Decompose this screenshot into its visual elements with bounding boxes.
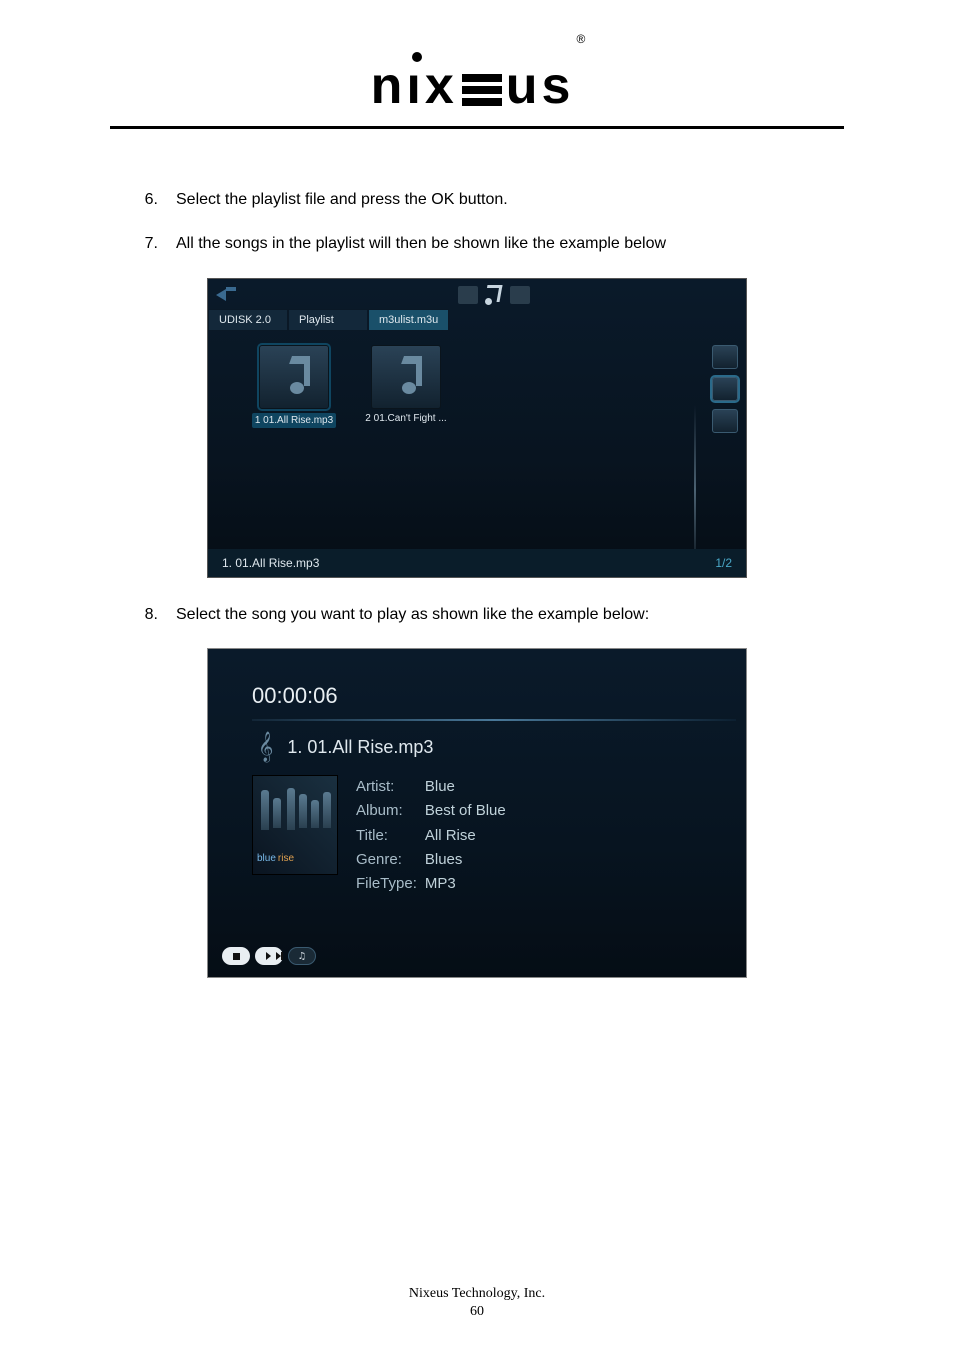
cover-text-blue: blue [257,853,276,864]
file-thumbnails: 1 01.All Rise.mp3 2 01.Can't Fight ... [248,345,452,428]
meta-value-artist: Blue [425,777,512,799]
breadcrumb-current-file: m3ulist.m3u [368,309,449,331]
status-bar: 1. 01.All Rise.mp3 1/2 [208,549,746,577]
page-footer: Nixeus Technology, Inc. 60 [0,1286,954,1320]
category-icons [458,285,530,305]
step-number: 6. [140,189,158,211]
step-7: 7. All the songs in the playlist will th… [140,233,844,255]
footer-page-count: 1/2 [715,556,732,570]
meta-label-album: Album: [356,801,423,823]
breadcrumb-udisk: UDISK 2.0 [208,309,288,331]
now-playing-row: 𝄞 1. 01.All Rise.mp3 [258,731,433,763]
breadcrumb-playlist: Playlist [288,309,368,331]
next-track-button-icon [255,947,283,965]
treble-clef-icon: 𝄞 [258,731,273,763]
meta-value-album: Best of Blue [425,801,512,823]
step-6: 6. Select the playlist file and press th… [140,189,844,211]
meta-label-title: Title: [356,826,423,848]
repeat-button-icon: ♫ [288,947,316,965]
metadata-table: Artist:Blue Album:Best of Blue Title:All… [354,775,514,898]
step-text: Select the playlist file and press the O… [176,189,844,211]
playlist-browser-screenshot: UDISK 2.0 Playlist m3ulist.m3u 1 01.All … [207,278,747,578]
elapsed-time: 00:00:06 [252,683,338,709]
registered-mark: ® [576,32,585,46]
step-number: 7. [140,233,158,255]
meta-value-genre: Blues [425,850,512,872]
view-mode-sidebar [712,345,738,433]
meta-label-artist: Artist: [356,777,423,799]
footer-company: Nixeus Technology, Inc. [0,1286,954,1302]
music-note-icon [486,285,502,305]
track-info: blue rise Artist:Blue Album:Best of Blue… [252,775,514,898]
now-playing-title: 1. 01.All Rise.mp3 [287,737,433,758]
list-view-icon [712,377,738,401]
meta-value-filetype: MP3 [425,874,512,896]
file-thumb-1: 1 01.All Rise.mp3 [248,345,340,428]
grid-view-icon [712,345,738,369]
header-divider [110,126,844,129]
footer-page-number: 60 [0,1304,954,1320]
footer-current-file: 1. 01.All Rise.mp3 [222,556,319,570]
now-playing-screenshot: 00:00:06 𝄞 1. 01.All Rise.mp3 blue rise … [207,648,747,978]
meta-value-title: All Rise [425,826,512,848]
back-arrow-icon [216,289,236,303]
file-label: 2 01.Can't Fight ... [365,413,446,424]
cover-text-rise: rise [278,853,294,864]
stop-button-icon [222,947,250,965]
meta-label-genre: Genre: [356,850,423,872]
video-icon [458,286,478,304]
file-thumb-2: 2 01.Can't Fight ... [360,345,452,428]
preview-view-icon [712,409,738,433]
photo-icon [510,286,530,304]
breadcrumb: UDISK 2.0 Playlist m3ulist.m3u [208,309,449,331]
step-text: Select the song you want to play as show… [176,604,844,626]
step-text: All the songs in the playlist will then … [176,233,844,255]
playback-controls: ♫ [222,947,316,965]
album-cover: blue rise [252,775,338,875]
step-8: 8. Select the song you want to play as s… [140,604,844,626]
step-number: 8. [140,604,158,626]
file-label: 1 01.All Rise.mp3 [252,413,336,428]
meta-label-filetype: FileType: [356,874,423,896]
brand-logo: nıxus ® [110,60,844,112]
separator-line [252,719,736,721]
